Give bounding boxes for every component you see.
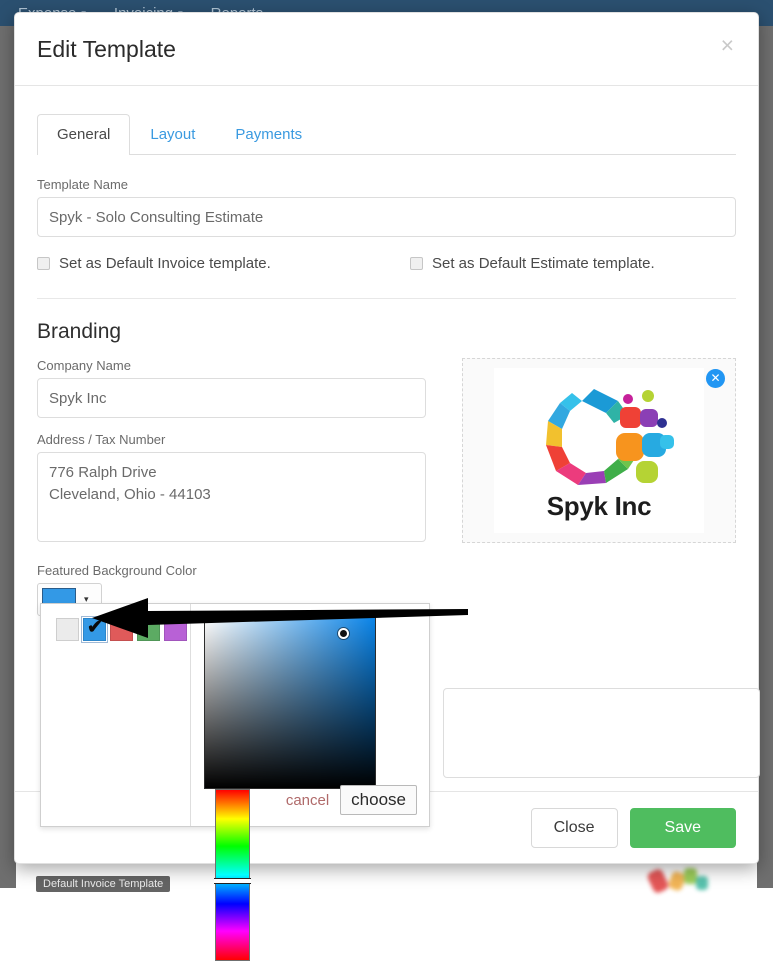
modal-body: General Layout Payments Template Name Se… xyxy=(15,86,758,792)
cancel-link[interactable]: cancel xyxy=(286,792,329,809)
tab-payments[interactable]: Payments xyxy=(215,114,322,155)
check-icon: ✔ xyxy=(87,616,103,639)
saturation-value-square[interactable] xyxy=(204,617,376,789)
color-swatch-0[interactable] xyxy=(56,618,79,641)
branding-section: Company Name Address / Tax Number xyxy=(37,358,736,547)
featured-background-color-group: Featured Background Color ▾ ✔ xyxy=(37,563,736,786)
address-field-group: Address / Tax Number xyxy=(37,432,426,547)
close-icon[interactable]: × xyxy=(715,33,740,58)
section-divider xyxy=(37,298,736,299)
address-tax-textarea[interactable] xyxy=(37,452,426,542)
modal-header: Edit Template × xyxy=(15,13,758,86)
color-picker-actions: cancel choose xyxy=(286,785,417,815)
tab-bar: General Layout Payments xyxy=(37,114,736,155)
template-name-label: Template Name xyxy=(37,177,736,192)
hue-slider[interactable] xyxy=(215,789,250,961)
color-swatch-row: ✔ xyxy=(56,618,190,641)
branding-right-column: Spyk Inc ✕ xyxy=(462,358,736,547)
color-swatch-3[interactable] xyxy=(137,618,160,641)
default-estimate-checkbox-group[interactable]: Set as Default Estimate template. xyxy=(410,255,655,272)
branding-heading: Branding xyxy=(37,320,736,344)
notes-textarea[interactable] xyxy=(443,688,760,778)
page-title: Edit Template xyxy=(37,36,176,63)
saturation-value-marker[interactable] xyxy=(338,628,349,639)
color-swatch-1[interactable]: ✔ xyxy=(83,618,106,641)
default-invoice-checkbox-group[interactable]: Set as Default Invoice template. xyxy=(37,255,410,272)
template-name-input[interactable] xyxy=(37,197,736,237)
edit-template-modal: Edit Template × General Layout Payments … xyxy=(14,12,759,864)
hue-slider-handle[interactable] xyxy=(214,878,251,884)
logo-company-label: Spyk Inc xyxy=(547,491,652,522)
color-swatch-2[interactable] xyxy=(110,618,133,641)
checkbox-default-invoice[interactable] xyxy=(37,257,50,270)
color-picker-column: cancel choose xyxy=(191,604,429,826)
close-button[interactable]: Close xyxy=(531,808,618,848)
default-invoice-checkbox-label: Set as Default Invoice template. xyxy=(59,255,271,272)
default-invoice-template-badge: Default Invoice Template xyxy=(36,876,170,892)
color-swatch-column: ✔ xyxy=(41,604,191,826)
featured-background-color-label: Featured Background Color xyxy=(37,563,736,578)
company-name-label: Company Name xyxy=(37,358,426,373)
logo-upload-box[interactable]: Spyk Inc ✕ xyxy=(462,358,736,543)
color-picker-dropdown: ✔ cancel choo xyxy=(40,603,430,827)
branding-left-column: Company Name Address / Tax Number xyxy=(37,358,426,547)
color-swatch-4[interactable] xyxy=(164,618,187,641)
background-logo-thumbnail xyxy=(640,862,730,902)
remove-logo-icon[interactable]: ✕ xyxy=(706,369,725,388)
tab-layout[interactable]: Layout xyxy=(130,114,215,155)
template-name-field-group: Template Name xyxy=(37,177,736,237)
default-template-checkbox-row: Set as Default Invoice template. Set as … xyxy=(37,255,736,272)
spyk-logo-icon xyxy=(524,379,674,489)
default-estimate-checkbox-label: Set as Default Estimate template. xyxy=(432,255,655,272)
address-tax-label: Address / Tax Number xyxy=(37,432,426,447)
choose-button[interactable]: choose xyxy=(340,785,417,815)
company-name-input[interactable] xyxy=(37,378,426,418)
logo-preview: Spyk Inc xyxy=(494,368,704,533)
tab-general[interactable]: General xyxy=(37,114,130,155)
save-button[interactable]: Save xyxy=(630,808,736,848)
checkbox-default-estimate[interactable] xyxy=(410,257,423,270)
